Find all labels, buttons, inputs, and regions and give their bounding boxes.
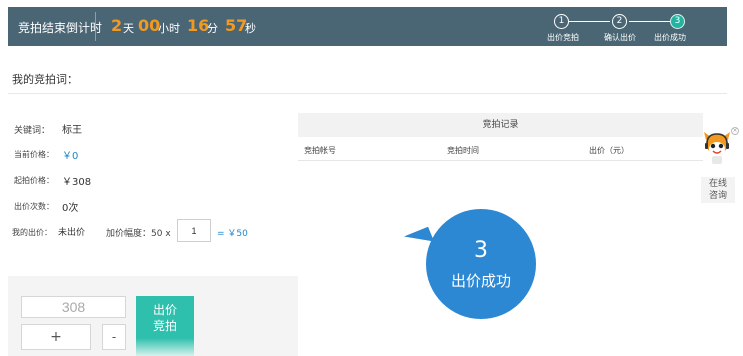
step-connector: [568, 21, 610, 22]
step-connector: [629, 21, 671, 22]
increment-total: = ￥50: [217, 229, 248, 239]
my-bid-label: 我的出价：: [12, 228, 52, 237]
countdown-seconds: 57: [225, 16, 248, 35]
mascot-icon: [704, 132, 730, 164]
countdown-bar: 竞拍结束倒计时 2 天 00 小时 16 分 57 秒 1 2 3 出价竞拍 确…: [8, 7, 727, 46]
close-icon[interactable]: ×: [731, 127, 739, 135]
step-2-circle: 2: [612, 14, 627, 29]
start-price-value: ￥308: [62, 177, 92, 188]
keyword-label: 关键词：: [14, 126, 51, 136]
decrease-button[interactable]: -: [102, 324, 126, 350]
place-bid-label-1: 出价: [152, 303, 177, 317]
my-bid-value: 未出价: [58, 228, 86, 238]
countdown-minutes-unit: 分: [207, 22, 218, 35]
step-1-label: 出价竞拍: [547, 33, 579, 42]
countdown-minutes: 16: [187, 16, 210, 35]
bid-records-header-row: 竞拍帐号 竞拍时间 出价（元）: [298, 141, 703, 161]
increment-label: 加价幅度：50 x: [106, 229, 171, 239]
step-3-label: 出价成功: [654, 33, 686, 42]
column-header: 竞拍时间: [447, 146, 479, 155]
success-message: 出价成功: [450, 272, 511, 290]
current-price-value: ￥0: [62, 151, 79, 162]
bid-records-panel: 竞拍记录 竞拍帐号 竞拍时间 出价（元）: [298, 113, 703, 161]
place-bid-button[interactable]: 出价 竞拍: [136, 296, 194, 356]
column-header: 竞拍帐号: [304, 146, 336, 155]
current-price-label: 当前价格：: [14, 150, 54, 159]
success-step-number: 3: [474, 238, 488, 263]
bid-records-title: 竞拍记录: [298, 113, 703, 137]
countdown-hours-unit: 小时: [158, 22, 180, 35]
consult-line-2: 咨询: [708, 191, 727, 201]
increase-button[interactable]: +: [21, 324, 91, 350]
countdown-title: 竞拍结束倒计时: [18, 21, 103, 35]
success-bubble: [426, 209, 536, 319]
countdown-days: 2: [111, 16, 123, 35]
bid-count-label: 出价次数：: [14, 202, 54, 211]
step-1-circle: 1: [554, 14, 569, 29]
column-header: 出价（元）: [589, 146, 629, 155]
increment-multiplier-input[interactable]: [177, 219, 211, 242]
place-bid-label-2: 竞拍: [152, 319, 177, 333]
keyword-value: 标王: [62, 125, 82, 136]
online-consult-label[interactable]: 在线 咨询: [701, 177, 735, 203]
bid-count-value: 0次: [62, 203, 79, 214]
countdown-hours: 00: [138, 16, 161, 35]
start-price-label: 起拍价格：: [14, 176, 54, 185]
countdown-days-unit: 天: [123, 22, 134, 35]
section-title: 我的竞拍词：: [12, 73, 78, 86]
consult-line-1: 在线: [708, 179, 727, 189]
bid-price-input[interactable]: [21, 296, 126, 318]
countdown-seconds-unit: 秒: [245, 22, 256, 35]
step-3-circle: 3: [670, 14, 685, 29]
section-divider: [8, 93, 727, 94]
header-divider: [95, 12, 96, 41]
step-2-label: 确认出价: [604, 33, 636, 42]
progress-steps: 1 2 3 出价竞拍 确认出价 出价成功: [547, 13, 718, 43]
